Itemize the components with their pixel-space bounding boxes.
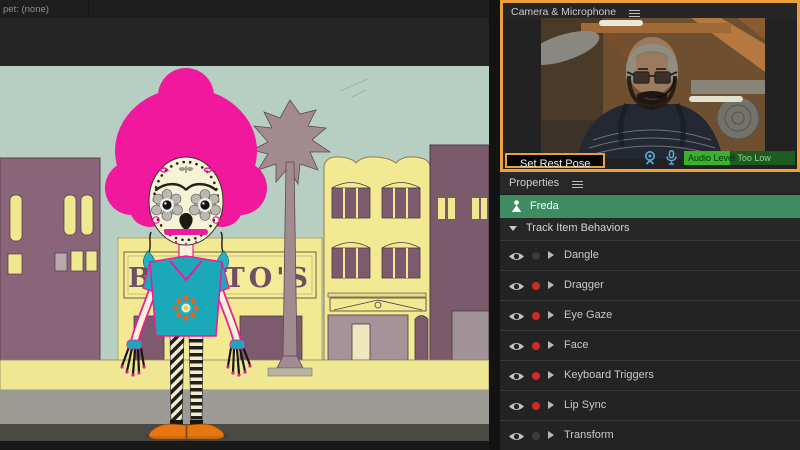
right-building [324,157,430,365]
behavior-label: Lip Sync [564,399,606,411]
eye-icon[interactable] [508,281,525,292]
left-building [0,158,100,365]
camera-panel-controls: Set Rest Pose Audio Level Too Low [503,145,797,169]
shirt-flower [173,295,198,320]
expand-triangle-icon[interactable] [548,401,554,409]
record-dot-icon[interactable] [532,402,540,410]
behavior-label: Eye Gaze [564,309,612,321]
behavior-row[interactable]: Dangle [500,241,800,271]
behavior-label: Keyboard Triggers [564,369,654,381]
expand-triangle-icon[interactable] [548,371,554,379]
eye-icon[interactable] [508,311,525,322]
far-right-building [430,145,489,365]
scene-panel-footer [0,441,489,450]
behavior-label: Face [564,339,588,351]
track-item-behaviors-section[interactable]: Track Item Behaviors [500,218,800,241]
expand-triangle-icon[interactable] [548,281,554,289]
panel-menu-icon[interactable] [629,8,640,17]
header-divider [88,0,89,18]
puppet-row-freda[interactable]: Freda [500,195,800,218]
camera-toggle-icon[interactable] [642,150,658,165]
webcam-feed [541,18,765,159]
panel-divider[interactable] [489,0,500,450]
audio-level-label: Audio Level [688,153,735,163]
behavior-label: Dangle [564,249,599,261]
behavior-row[interactable]: Transform [500,421,800,450]
record-dot-icon[interactable] [532,282,540,290]
behavior-label: Transform [564,429,614,441]
camera-panel-title: Camera & Microphone [511,6,616,18]
properties-title: Properties [509,177,559,189]
record-dot-icon[interactable] [532,252,540,260]
record-dot-icon[interactable] [532,432,540,440]
behavior-row[interactable]: Lip Sync [500,391,800,421]
eye-icon[interactable] [508,251,525,262]
scene-canvas[interactable]: BENITO'S [0,66,489,441]
behavior-row[interactable]: Face [500,331,800,361]
expand-triangle-icon[interactable] [548,341,554,349]
eye-icon[interactable] [508,431,525,442]
shirt [143,256,229,336]
properties-header: Properties [500,172,800,195]
expand-triangle-icon[interactable] [548,431,554,439]
audio-status-text: Too Low [737,153,771,163]
camera-microphone-panel: Camera & Microphone [500,0,800,172]
eye-icon[interactable] [508,371,525,382]
behavior-row[interactable]: Keyboard Triggers [500,361,800,391]
behavior-row[interactable]: Eye Gaze [500,301,800,331]
street-edge [0,424,489,441]
puppet-track-label: pet: (none) [3,4,49,15]
audio-level-meter: Audio Level Too Low [684,151,795,165]
expand-triangle-icon[interactable] [548,311,554,319]
character-animator-window: pet: (none) [0,0,800,450]
expand-triangle-icon[interactable] [548,251,554,259]
leg-left [170,334,184,425]
timeline-header-bar: pet: (none) [0,0,489,19]
microphone-toggle-icon[interactable] [665,150,678,165]
properties-panel: Properties Freda Track Item Behaviors Da… [500,172,800,450]
skull-face [149,157,223,245]
section-title: Track Item Behaviors [526,222,630,234]
scene-panel: BENITO'S [0,18,489,450]
eye-icon[interactable] [508,341,525,352]
properties-menu-icon[interactable] [572,179,583,188]
set-rest-pose-button[interactable]: Set Rest Pose [505,153,605,168]
mouth [164,229,208,235]
puppet-figure-icon [510,200,523,213]
behavior-row[interactable]: Dragger [500,271,800,301]
record-dot-icon[interactable] [532,372,540,380]
behavior-label: Dragger [564,279,604,291]
puppet-name: Freda [530,200,559,212]
eye-icon[interactable] [508,401,525,412]
record-dot-icon[interactable] [532,312,540,320]
record-dot-icon[interactable] [532,342,540,350]
collapse-triangle-icon[interactable] [509,226,517,231]
leg-right [189,334,203,425]
